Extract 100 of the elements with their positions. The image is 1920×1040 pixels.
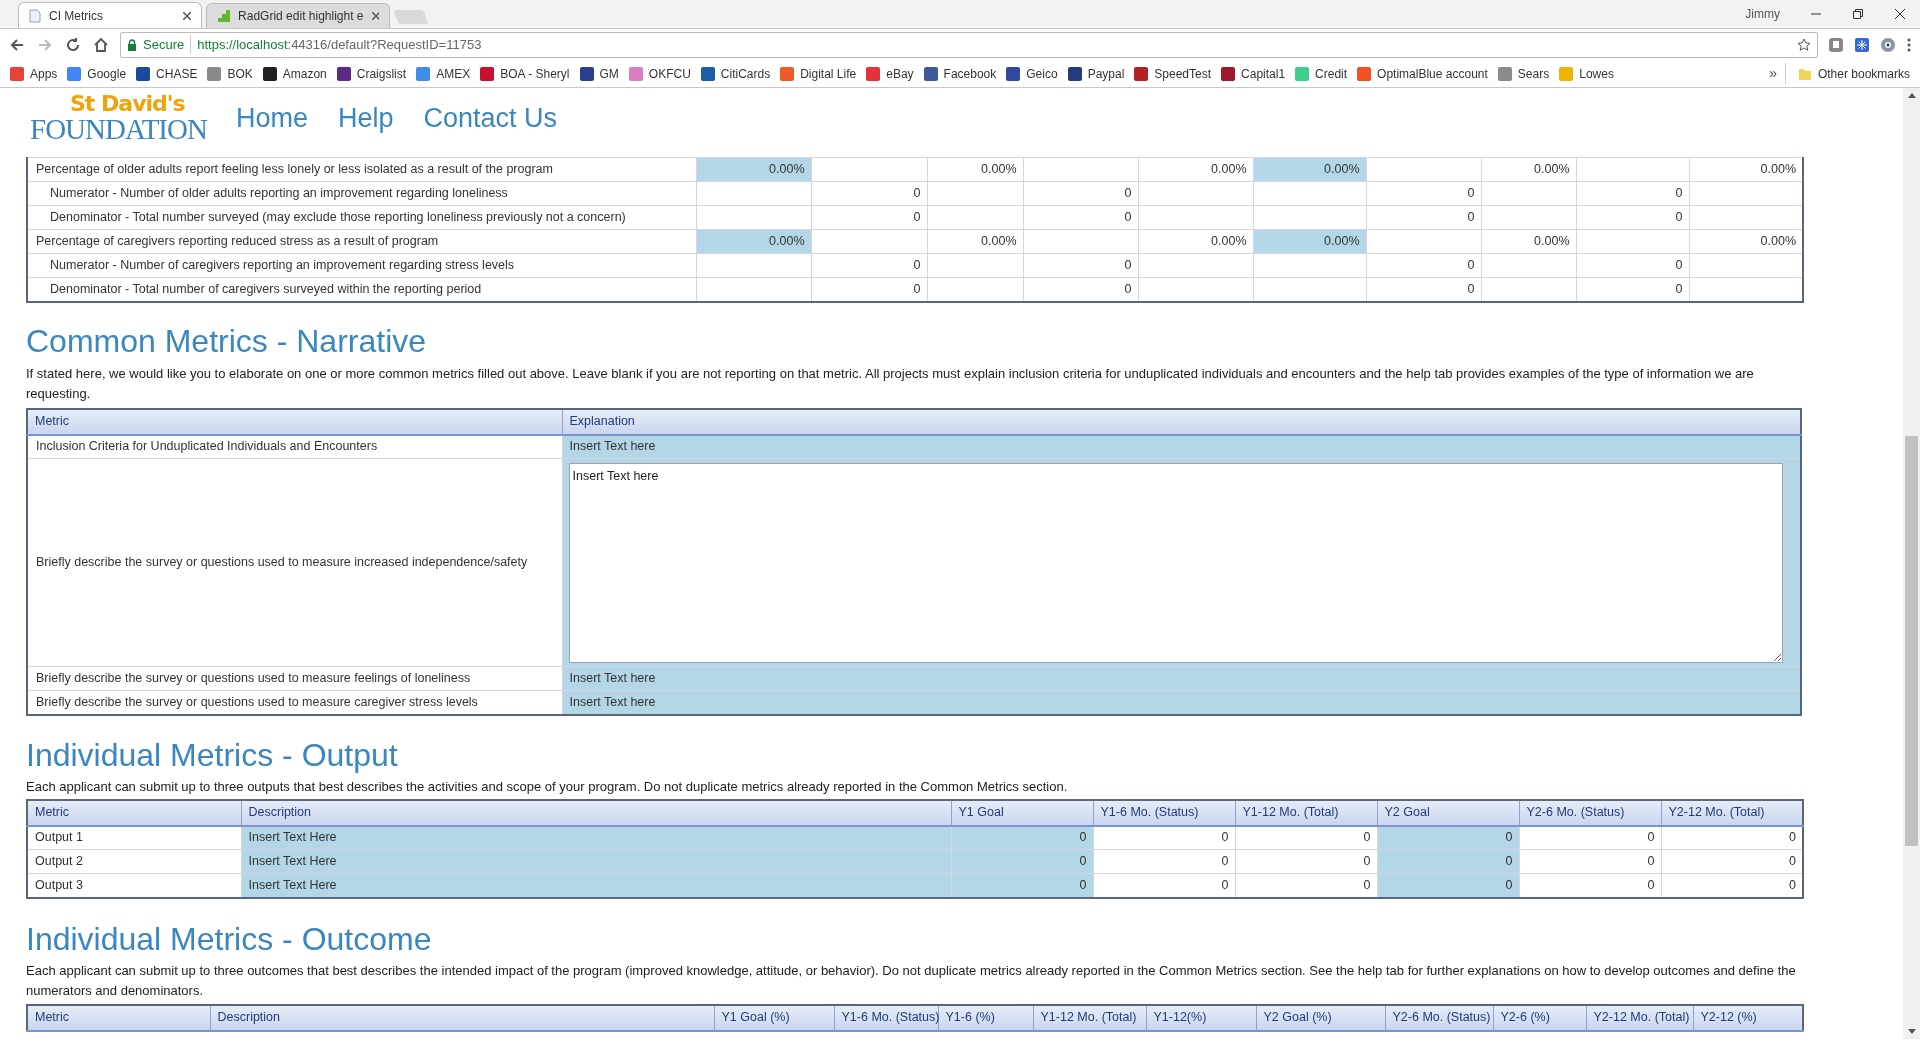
bookmark-label: eBay [886,65,914,83]
bookmark-label: Apps [30,65,58,83]
home-icon[interactable] [92,35,110,54]
bookmark[interactable]: Craigslist [336,64,407,83]
metric-label: Output 3 [27,873,241,898]
bookmark[interactable]: Geico [1006,64,1058,83]
column-header[interactable]: Y1-6 (%) [938,1004,1033,1031]
bookmark[interactable]: AMEX [416,64,471,83]
column-header[interactable]: Y1-6 Mo. (Status) [1093,799,1235,826]
column-header[interactable]: Y1-6 Mo. (Status) [834,1004,938,1031]
text-area[interactable]: Insert Text here [568,462,1783,663]
scrollbar[interactable] [1903,88,1920,1039]
bookmark[interactable]: Digital Life [780,64,857,83]
bookmark[interactable]: Amazon [262,64,327,83]
text-input[interactable]: Insert Text here [562,666,1801,691]
table-cell: 0 [1366,277,1481,302]
column-header[interactable]: Y2-6 (%) [1493,1004,1586,1031]
sub-metric-label: Numerator - Number of older adults reporting an improvement regarding loneliness [27,181,696,206]
bookmark[interactable]: Sears [1497,64,1550,83]
table-cell[interactable]: 0.00% [1253,229,1366,254]
bookmark[interactable]: OKFCU [628,64,691,83]
other-bookmarks-button[interactable]: Other bookmarks [1797,64,1910,83]
bookmark[interactable]: CHASE [136,64,198,83]
profile-name[interactable]: Jimmy [1745,5,1780,23]
text-input[interactable]: Insert Text here [562,434,1801,459]
bookmark[interactable]: OptimalBlue account [1357,64,1488,83]
table-cell[interactable]: 0 [951,873,1093,898]
close-tab-icon[interactable] [371,12,379,20]
bookmark[interactable]: BOK [207,64,253,83]
browser-tab[interactable]: RadGrid edit highlight e [206,3,390,28]
table-cell[interactable]: 0 [1377,849,1519,874]
table-cell: 0.00% [1138,157,1253,182]
scrollbar-thumb[interactable] [1905,436,1918,846]
column-header[interactable]: Y1-12 Mo. (Total) [1033,1004,1146,1031]
reload-icon[interactable] [64,35,82,54]
address-bar[interactable]: Secure https://localhost:44316/default?RequestID=11753 [120,31,1818,58]
table-cell[interactable]: Insert Text Here [241,825,951,850]
bookmark[interactable]: Capital1 [1221,64,1286,83]
column-header[interactable]: Y1 Goal (%) [714,1004,834,1031]
table-cell[interactable]: 0.00% [696,229,811,254]
bookmark[interactable]: Google [67,64,127,83]
table-cell[interactable]: 0 [951,825,1093,850]
column-header[interactable]: Y2-6 Mo. (Status) [1385,1004,1493,1031]
browser-tab[interactable]: CI Metrics [18,2,202,28]
section-heading: Common Metrics - Narrative [26,322,428,359]
bookmark[interactable]: CitiCards [700,64,771,83]
menu-icon[interactable] [1906,36,1912,53]
bookmark[interactable]: BOA - Sheryl [480,64,570,83]
star-icon[interactable] [1797,37,1811,52]
column-header[interactable]: Description [210,1004,714,1031]
column-header[interactable]: Y2-12 Mo. (Total) [1586,1004,1693,1031]
nav-link[interactable]: Home [236,97,309,139]
column-header[interactable]: Y2 Goal [1377,799,1519,826]
eye-icon[interactable] [1880,36,1896,53]
bookmark[interactable]: eBay [866,64,914,83]
table-cell[interactable]: 0 [1377,825,1519,850]
table-cell[interactable]: 0.00% [1253,157,1366,182]
nav-link[interactable]: Contact Us [423,97,558,139]
extension-icon[interactable] [1828,36,1844,53]
restore-icon[interactable] [1852,8,1864,20]
bookmark[interactable]: SpeedTest [1134,64,1212,83]
folder-icon [1797,66,1812,81]
table-cell: 0 [1366,253,1481,278]
column-header[interactable]: Y2-12 Mo. (Total) [1661,799,1803,826]
bookmark-label: SpeedTest [1154,65,1212,83]
snowflake-icon[interactable] [1854,36,1870,53]
table-cell[interactable]: 0 [1377,873,1519,898]
table-cell[interactable]: 0.00% [696,157,811,182]
column-header[interactable]: Metric [27,408,562,435]
column-header[interactable]: Y2 Goal (%) [1256,1004,1385,1031]
bookmark[interactable]: GM [579,64,619,83]
scroll-up-icon[interactable] [1907,92,1916,98]
bookmark[interactable]: Apps [10,64,58,83]
column-header[interactable]: Description [241,799,951,826]
column-header[interactable]: Y2-6 Mo. (Status) [1519,799,1661,826]
bookmark[interactable]: Lowes [1559,64,1614,83]
close-tab-icon[interactable] [183,11,191,20]
logo-title: St David's [69,92,186,115]
bookmark[interactable]: Credit [1295,64,1348,83]
bookmark[interactable]: Facebook [923,64,997,83]
more-bookmarks-button[interactable]: » [1761,63,1786,84]
column-header[interactable]: Explanation [562,408,1801,435]
column-header[interactable]: Y1-12 Mo. (Total) [1235,799,1377,826]
column-header[interactable]: Metric [27,799,241,826]
table-cell: 0 [1093,849,1235,874]
url-text: https://localhost:44316/default?RequestID=11753 [197,35,482,54]
text-input[interactable]: Insert Text here [562,690,1801,715]
table-cell[interactable]: 0 [951,849,1093,874]
nav-link[interactable]: Help [338,97,394,139]
metric-label: Briefly describe the survey or questions used to measure increased independence/safety [27,458,562,667]
bookmark-label: Digital Life [800,65,857,83]
column-header[interactable]: Y1 Goal [951,799,1093,826]
scroll-down-icon[interactable] [1907,1029,1916,1035]
table-cell[interactable]: Insert Text Here [241,873,951,898]
bookmark[interactable]: Paypal [1067,64,1125,83]
close-icon[interactable] [1894,8,1906,20]
table-cell[interactable]: Insert Text Here [241,849,951,874]
column-header[interactable]: Metric [27,1004,210,1031]
column-header[interactable]: Y1-12(%) [1146,1004,1256,1031]
column-header[interactable]: Y2-12 (%) [1693,1004,1803,1031]
